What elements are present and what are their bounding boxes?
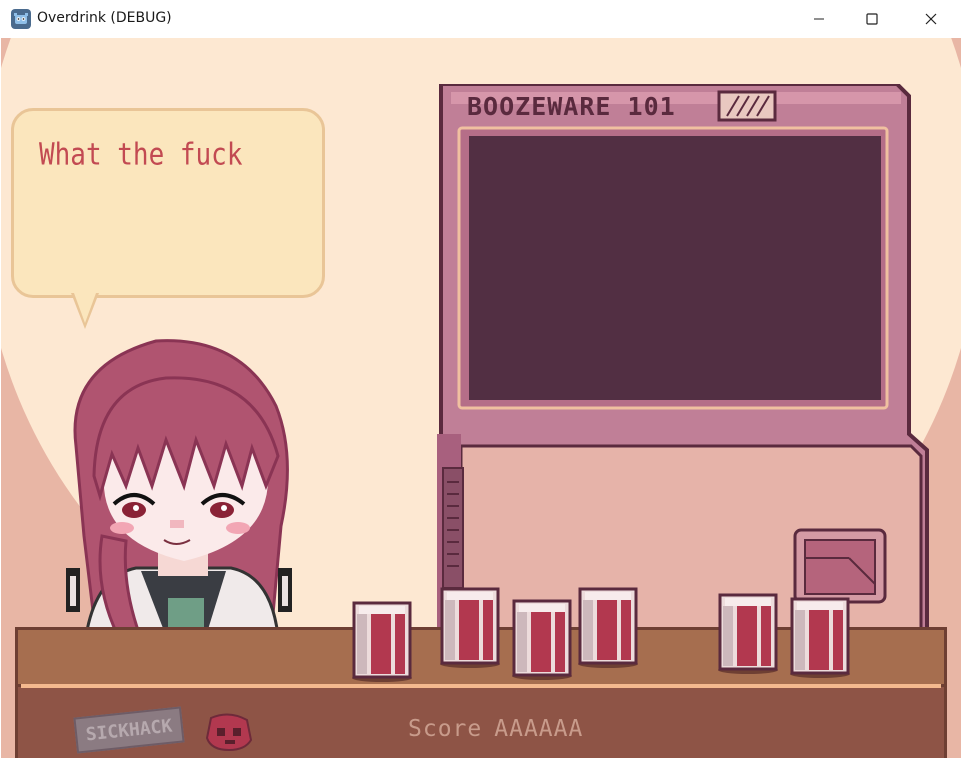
title-bar: Overdrink (DEBUG) — [0, 0, 962, 38]
maximize-icon — [866, 13, 878, 25]
vent-badge — [717, 90, 777, 122]
score-display: Score AAAAAA — [408, 716, 583, 742]
score-label: Score — [408, 716, 483, 742]
counter-edge — [21, 684, 941, 688]
machine-screen — [469, 136, 881, 400]
can-5[interactable] — [717, 592, 779, 674]
can-1[interactable] — [351, 600, 413, 682]
godot-icon — [11, 9, 31, 29]
skull-icon — [205, 713, 253, 752]
maximize-button[interactable] — [843, 0, 901, 38]
window-title: Overdrink (DEBUG) — [37, 10, 172, 26]
dialogue-text: What the fuck — [39, 138, 243, 173]
can-4[interactable] — [577, 586, 639, 668]
score-value: AAAAAA — [494, 716, 584, 742]
minimize-button[interactable] — [790, 0, 848, 38]
speech-bubble-tail-fill — [74, 293, 96, 323]
can-6[interactable] — [789, 596, 851, 678]
speech-bubble — [11, 108, 325, 298]
coin-slot — [793, 528, 887, 604]
game-viewport[interactable]: What the fuck BOOZEWARE 101 SICKHACK Sco… — [1, 38, 961, 758]
character-portrait — [66, 339, 292, 636]
can-3[interactable] — [511, 598, 573, 680]
machine-label: BOOZEWARE 101 — [467, 92, 676, 121]
close-button[interactable] — [902, 0, 960, 38]
close-icon — [925, 13, 937, 25]
can-2[interactable] — [439, 586, 501, 668]
minimize-icon — [814, 18, 824, 20]
